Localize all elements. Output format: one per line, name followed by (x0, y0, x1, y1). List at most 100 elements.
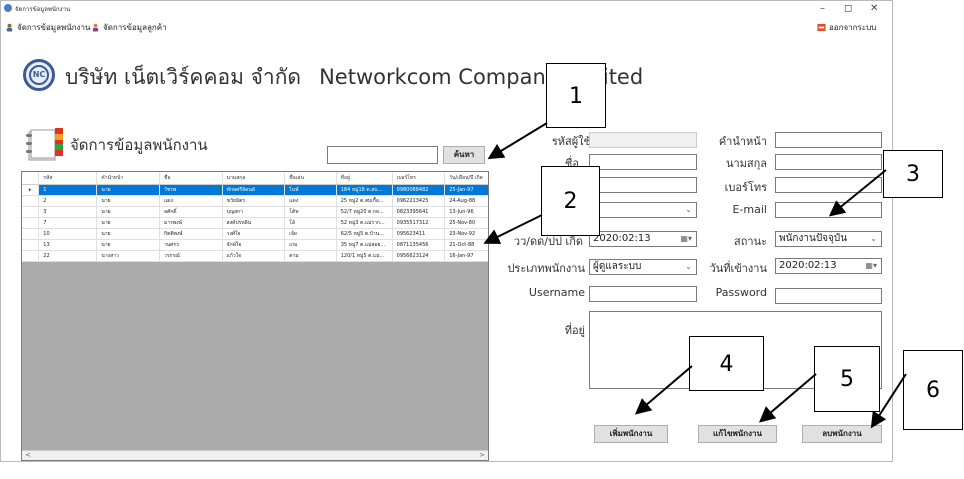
customer-icon (92, 23, 99, 32)
row-header (22, 195, 40, 207)
column-header[interactable]: วัน/เดือน/ปี เกิด (444, 172, 488, 185)
table-cell: 0871135456 (392, 239, 446, 251)
table-cell: 184 หมู่18 ต.สบ... (336, 184, 393, 196)
last-name-hidden-field[interactable] (589, 177, 697, 193)
prefix-field[interactable] (775, 132, 882, 148)
column-header[interactable]: รหัส (38, 172, 98, 185)
dob-date-picker[interactable]: 2020:02:13 ▦▾ (589, 231, 697, 247)
column-header[interactable]: ชื่อเล่น (284, 172, 337, 185)
table-cell: 52 หมู่3 ต.แม่ราก... (336, 217, 393, 229)
table-row[interactable]: 2 นาย แดง ขวัยมัตร แดง 25 หมู่2 ต.สบเกื้… (22, 195, 488, 207)
section-title: จัดการข้อมูลพนักงาน (70, 136, 208, 154)
row-selector-icon: ▸ (22, 184, 40, 196)
table-row[interactable]: 10 นาย กิตติพงษ์ วงศ์ใจ เจ้ย 62/5 หมู่5 … (22, 228, 488, 240)
emp-id-field (589, 132, 697, 148)
scroll-right-icon[interactable]: > (479, 451, 485, 459)
table-cell: 095623411 (392, 228, 446, 240)
menu-bar: จัดการข้อมูลพนักงาน จัดการข้อมูลลูกค้า อ… (1, 19, 892, 35)
table-cell: 35 หมู่7 ต.แม่สอย... (336, 239, 393, 251)
table-cell: วนศกร (159, 239, 223, 251)
column-header[interactable]: ที่อยู่ (336, 172, 393, 185)
add-employee-button[interactable]: เพิ่มพนักงาน (594, 425, 668, 443)
search-button[interactable]: ค้นหา (443, 146, 485, 164)
callout-2: 2 (541, 166, 600, 236)
menu-employee-label: จัดการข้อมูลพนักงาน (17, 23, 91, 32)
edit-employee-button[interactable]: แก้ไขพนักงาน (698, 425, 777, 443)
table-cell: 0956623124 (392, 250, 446, 262)
close-button[interactable]: ✕ (870, 3, 878, 14)
scroll-left-icon[interactable]: < (25, 451, 31, 459)
chevron-down-icon: ⌄ (685, 262, 692, 271)
row-header (22, 250, 40, 262)
person-icon (6, 23, 13, 32)
callout-5: 5 (814, 346, 880, 412)
table-cell: 62/5 หมู่5 ต.บ้าน... (336, 228, 393, 240)
table-row[interactable]: 3 นาย ลศักดิ์ บุญสกา โต้ท 52/7 หมู่20 ต.… (22, 206, 488, 218)
table-cell: นาย (96, 184, 161, 196)
table-cell: เจ้ย (284, 228, 337, 240)
last-name-label: นามสกุล (725, 157, 767, 170)
table-row[interactable]: ▸ 1 นาย วัชรพ ทักษศรีจัดนดั ไนท์ 184 หมู… (22, 184, 488, 196)
table-cell: 25-Jan-97 (444, 184, 488, 196)
employee-table[interactable]: รหัส คำนำหน้า ชื่อ นามสกุล ชื่อเล่น ที่อ… (21, 171, 489, 461)
table-cell: เกม (284, 239, 337, 251)
table-cell: 0823395641 (392, 206, 446, 218)
username-field[interactable] (589, 286, 697, 302)
table-cell: นาย (96, 239, 161, 251)
table-cell: 25-Nov-80 (444, 217, 488, 229)
callout-3: 3 (883, 150, 943, 198)
search-input[interactable] (327, 146, 438, 164)
status-select[interactable]: พนักงานปัจจุบัน ⌄ (775, 231, 882, 247)
row-header (22, 217, 40, 229)
menu-customer[interactable]: จัดการข้อมูลลูกค้า (91, 21, 167, 34)
column-header[interactable]: นามสกุล (222, 172, 286, 185)
password-field[interactable] (775, 288, 882, 304)
maximize-button[interactable]: ◻ (844, 3, 852, 14)
table-row[interactable]: 22 นางสาว วรกรณ์ แก้วใจ ตาม 120/1 หมู่5 … (22, 250, 488, 262)
prefix-label: คำนำหน้า (718, 135, 767, 148)
table-cell: สงค์ปรหลิน (222, 217, 286, 229)
table-cell: นางสาว (96, 250, 161, 262)
table-cell: มารพงษ์ (159, 217, 223, 229)
start-date-picker[interactable]: 2020:02:13 ▦▾ (775, 258, 882, 274)
table-cell: แก้วใจ (222, 250, 286, 262)
emp-type-select[interactable]: ผู้ดูแลระบบ ⌄ (589, 259, 697, 275)
phone-field[interactable] (775, 177, 882, 193)
table-row[interactable]: 7 นาย มารพงษ์ สงค์ปรหลิน โอ้ 52 หมู่3 ต.… (22, 217, 488, 229)
calendar-icon[interactable]: ▦▾ (680, 232, 692, 246)
column-header[interactable]: คำนำหน้า (96, 172, 161, 185)
callout-1: 1 (546, 63, 606, 128)
calendar-icon[interactable]: ▦▾ (865, 259, 877, 273)
column-header[interactable]: ชื่อ (159, 172, 223, 185)
dob-value: 2020:02:13 (593, 233, 651, 244)
delete-employee-button[interactable]: ลบพนักงาน (802, 425, 882, 443)
address-label: ที่อยู่ (564, 324, 585, 337)
menu-logout[interactable]: ออกจากระบบ (817, 21, 876, 34)
table-cell: นาย (96, 217, 161, 229)
chevron-down-icon: ⌄ (685, 205, 692, 214)
table-cell: 25 หมู่2 ต.สบเกื้อ... (336, 195, 393, 207)
table-cell: แดง (284, 195, 337, 207)
emp-type-label: ประเภทพนักงาน (507, 262, 585, 275)
menu-employee[interactable]: จัดการข้อมูลพนักงาน (5, 21, 90, 34)
table-cell: วงศ์ใจ (222, 228, 286, 240)
table-row[interactable]: 13 นาย วนศกร จักษ์ใจ เกม 35 หมู่7 ต.แม่ส… (22, 239, 488, 251)
company-logo-text: NC (29, 65, 49, 85)
minimize-button[interactable]: – (820, 3, 825, 14)
table-cell: 22 (38, 250, 98, 262)
table-cell: 3 (38, 206, 98, 218)
horizontal-scrollbar[interactable]: < > (22, 450, 488, 460)
table-cell: กิตติพงษ์ (159, 228, 223, 240)
email-field[interactable] (775, 202, 882, 218)
last-name-field[interactable] (775, 154, 882, 170)
table-cell: 0962213425 (392, 195, 446, 207)
table-cell: 13-Jun-96 (444, 206, 488, 218)
gender-select[interactable]: ⌄ (589, 202, 697, 218)
menu-logout-label: ออกจากระบบ (829, 23, 877, 32)
table-cell: วรกรณ์ (159, 250, 223, 262)
book-icon (26, 128, 63, 161)
first-name-field[interactable] (589, 154, 697, 170)
column-header[interactable]: เบอร์โทร (392, 172, 446, 185)
row-header-corner (22, 172, 40, 185)
row-header (22, 228, 40, 240)
